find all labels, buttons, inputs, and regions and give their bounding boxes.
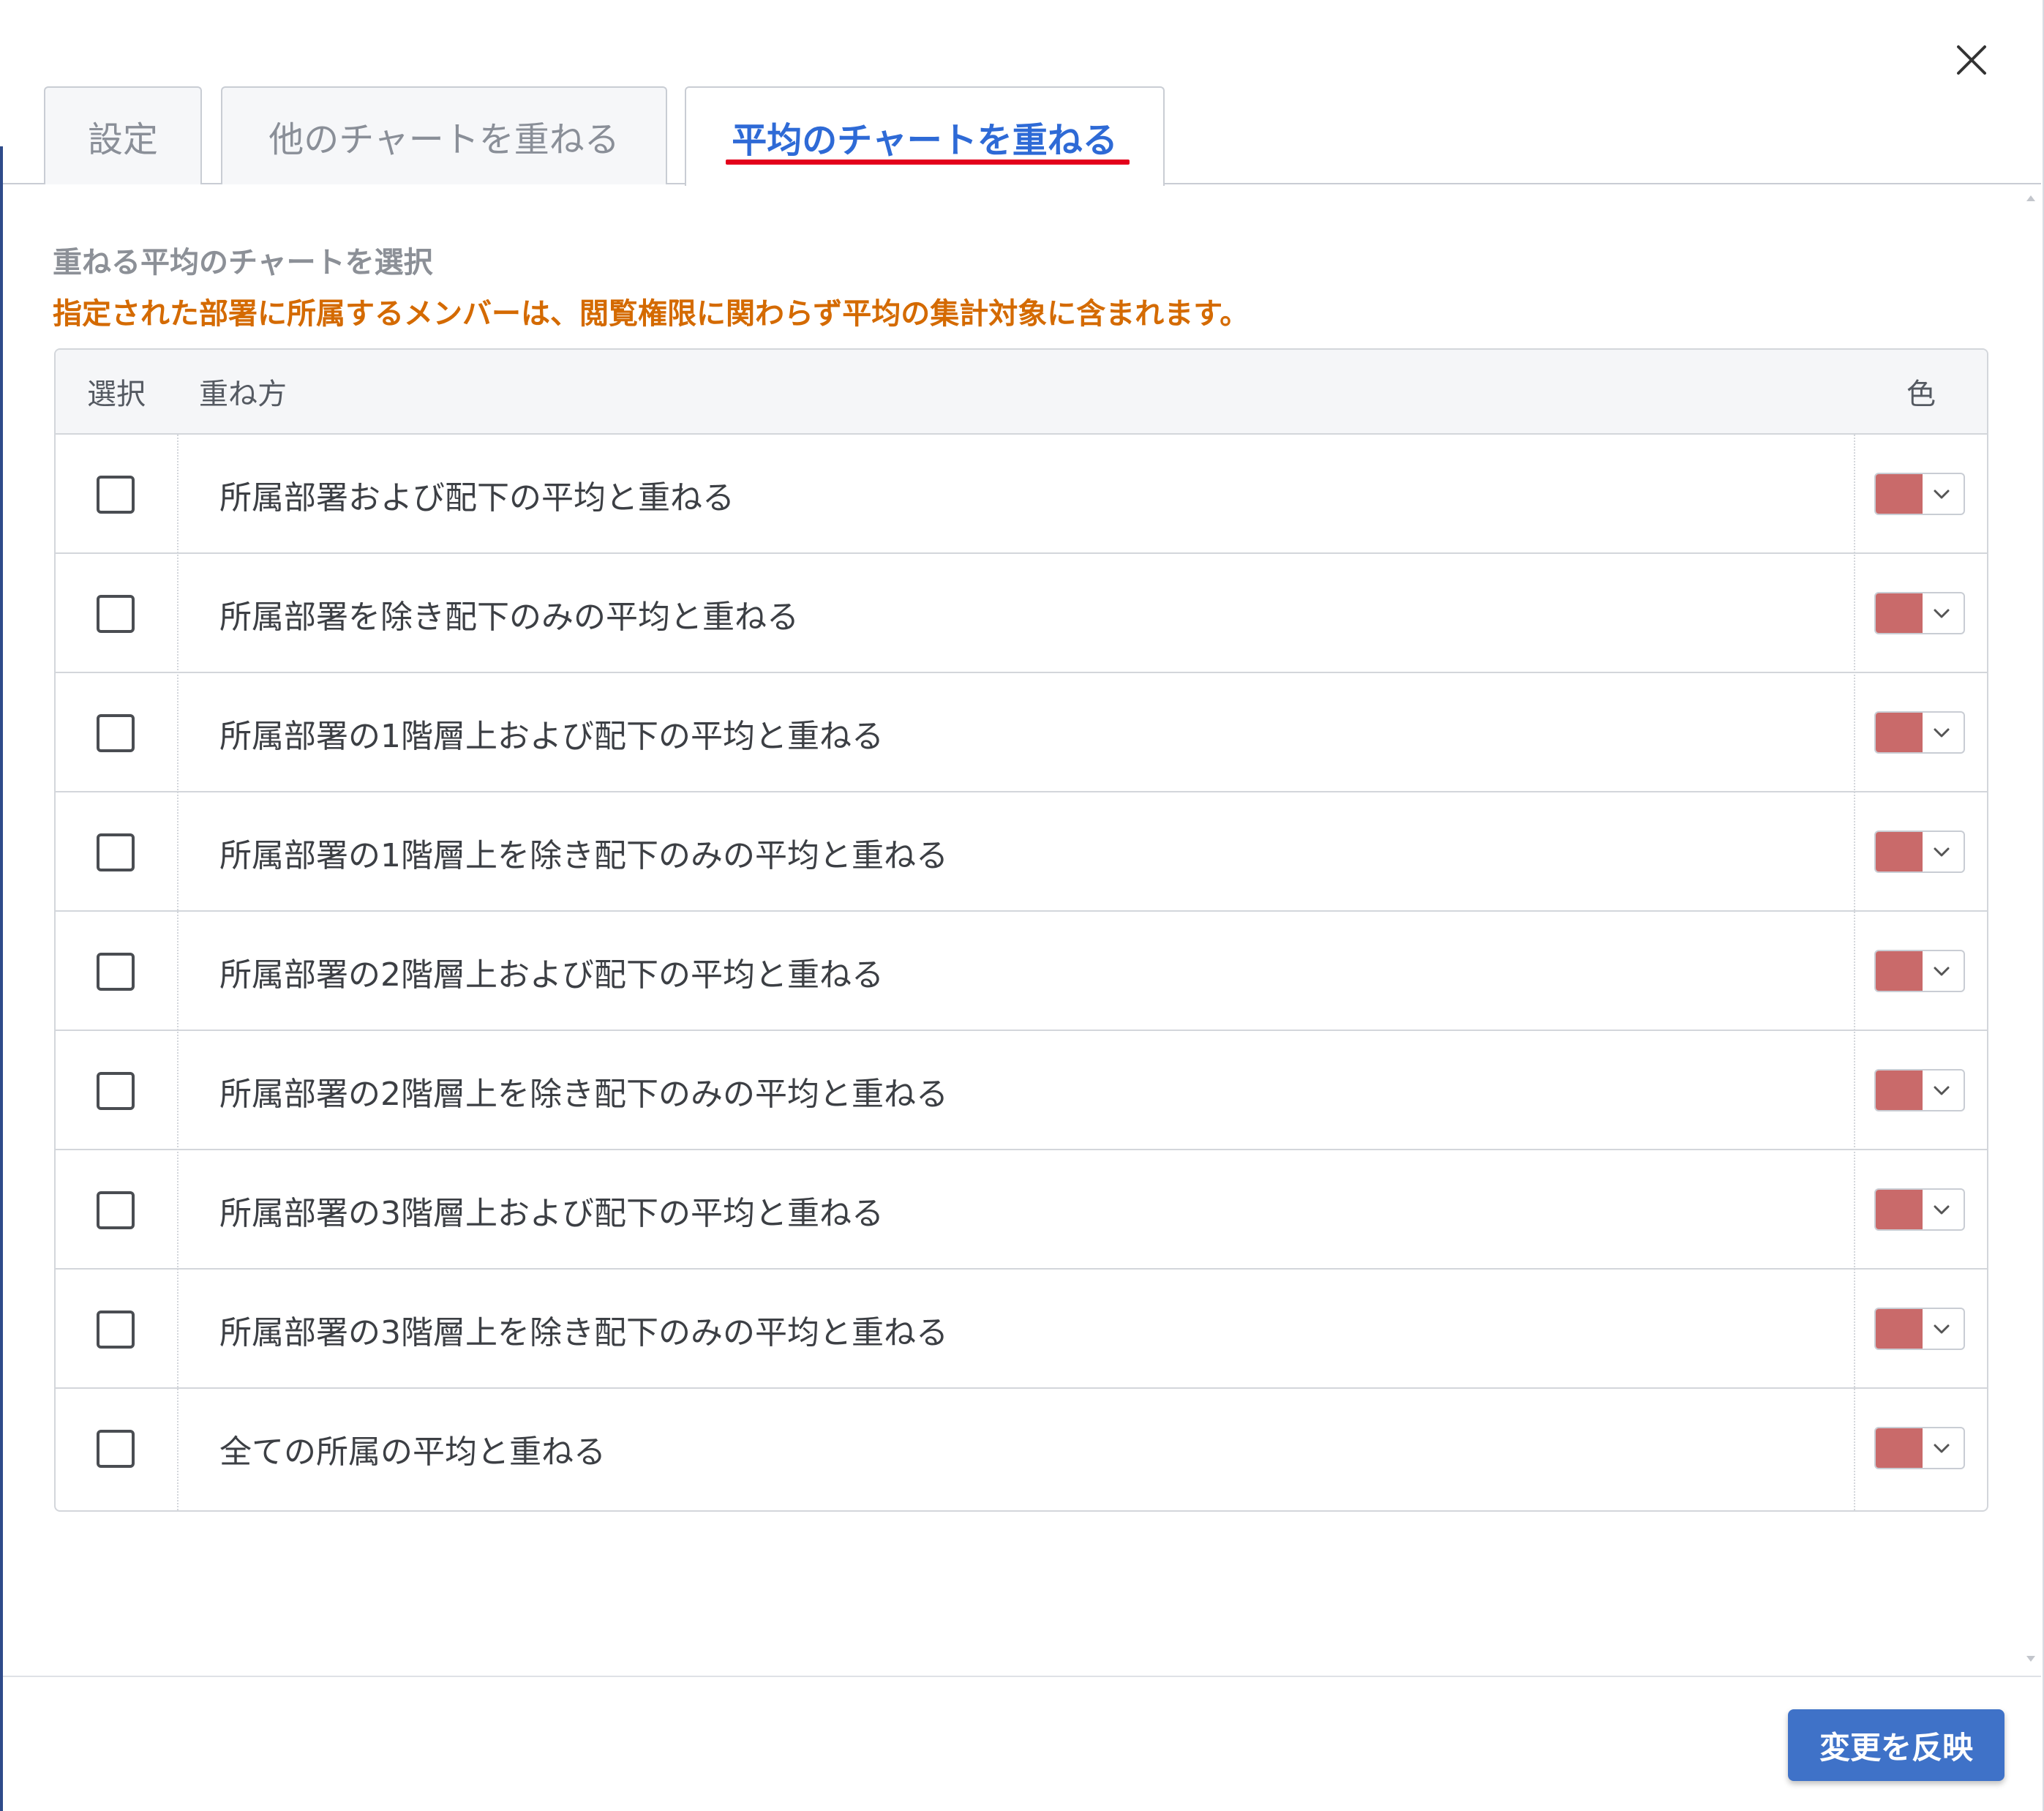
table-row: 所属部署の3階層上を除き配下のみの平均と重ねる <box>56 1270 1987 1389</box>
tab-overlay-average-chart[interactable]: 平均のチャートを重ねる <box>685 86 1165 186</box>
chevron-down-icon <box>1934 1444 1950 1453</box>
color-swatch <box>1876 1190 1923 1229</box>
column-header-color: 色 <box>1906 378 1936 411</box>
notice-text: 指定された部署に所属するメンバーは、閲覧権限に関わらず平均の集計対象に含まれます… <box>53 297 1250 331</box>
overlay-method-label: 所属部署を除き配下のみの平均と重ねる <box>219 598 799 636</box>
chevron-down-icon <box>1934 490 1950 499</box>
chevron-down-icon <box>1934 728 1950 738</box>
color-swatch <box>1876 1071 1923 1110</box>
chevron-down-icon <box>1934 609 1950 618</box>
chevron-down-icon <box>1934 847 1950 857</box>
tab-overlay-other-chart[interactable]: 他のチャートを重ねる <box>221 86 667 184</box>
color-swatch <box>1876 713 1923 752</box>
close-button[interactable] <box>1953 41 1991 79</box>
table-row: 所属部署および配下の平均と重ねる <box>56 435 1987 554</box>
row-checkbox[interactable] <box>97 1430 135 1468</box>
table-row: 所属部署の2階層上および配下の平均と重ねる <box>56 912 1987 1031</box>
scroll-down-arrow-icon[interactable] <box>2025 1654 2037 1664</box>
color-picker-dropdown[interactable] <box>1874 1188 1965 1231</box>
tab-settings[interactable]: 設定 <box>44 86 202 184</box>
table-row: 所属部署を除き配下のみの平均と重ねる <box>56 554 1987 673</box>
color-swatch <box>1876 1309 1923 1349</box>
overlay-method-label: 所属部署の3階層上および配下の平均と重ねる <box>219 1194 884 1232</box>
table-row: 所属部署の1階層上および配下の平均と重ねる <box>56 673 1987 792</box>
column-header-method: 重ね方 <box>199 378 287 411</box>
row-checkbox[interactable] <box>97 1072 135 1110</box>
row-checkbox[interactable] <box>97 476 135 514</box>
overlay-method-label: 所属部署の3階層上を除き配下のみの平均と重ねる <box>219 1313 948 1351</box>
color-picker-dropdown[interactable] <box>1874 1069 1965 1111</box>
color-picker-dropdown[interactable] <box>1874 950 1965 992</box>
color-swatch <box>1876 474 1923 514</box>
color-picker-dropdown[interactable] <box>1874 1308 1965 1350</box>
row-checkbox[interactable] <box>97 714 135 752</box>
active-tab-indicator <box>726 160 1130 165</box>
table-row: 全ての所属の平均と重ねる <box>56 1389 1987 1508</box>
chevron-down-icon <box>1934 967 1950 976</box>
table-row: 所属部署の3階層上および配下の平均と重ねる <box>56 1150 1987 1270</box>
overlay-method-label: 所属部署の2階層上および配下の平均と重ねる <box>219 956 884 994</box>
overlay-method-label: 所属部署の2階層上を除き配下のみの平均と重ねる <box>219 1075 948 1113</box>
scroll-up-arrow-icon[interactable] <box>2025 193 2037 203</box>
chevron-down-icon <box>1934 1324 1950 1334</box>
apply-changes-button[interactable]: 変更を反映 <box>1788 1709 2004 1781</box>
row-checkbox[interactable] <box>97 1311 135 1349</box>
chevron-down-icon <box>1934 1086 1950 1095</box>
color-swatch <box>1876 593 1923 633</box>
row-checkbox[interactable] <box>97 595 135 633</box>
color-swatch <box>1876 951 1923 991</box>
average-chart-table: 選択 重ね方 色 所属部署および配下の平均と重ねる所属部署を除き配下のみの平均と… <box>54 348 1988 1512</box>
color-picker-dropdown[interactable] <box>1874 711 1965 754</box>
overlay-method-label: 全ての所属の平均と重ねる <box>219 1433 606 1471</box>
column-header-select: 選択 <box>87 378 146 411</box>
overlay-method-label: 所属部署の1階層上および配下の平均と重ねる <box>219 717 884 755</box>
table-header: 選択 重ね方 色 <box>56 350 1987 435</box>
overlay-chart-dialog: 設定 他のチャートを重ねる 平均のチャートを重ねる 重ねる平均のチャートを選択 … <box>3 0 2041 1811</box>
color-picker-dropdown[interactable] <box>1874 830 1965 873</box>
table-row: 所属部署の1階層上を除き配下のみの平均と重ねる <box>56 792 1987 912</box>
table-row: 所属部署の2階層上を除き配下のみの平均と重ねる <box>56 1031 1987 1150</box>
color-picker-dropdown[interactable] <box>1874 1427 1965 1469</box>
color-picker-dropdown[interactable] <box>1874 592 1965 634</box>
color-swatch <box>1876 832 1923 871</box>
footer-divider <box>3 1676 2041 1677</box>
overlay-method-label: 所属部署および配下の平均と重ねる <box>219 479 734 517</box>
overlay-method-label: 所属部署の1階層上を除き配下のみの平均と重ねる <box>219 836 948 874</box>
section-label: 重ねる平均のチャートを選択 <box>53 246 433 280</box>
row-checkbox[interactable] <box>97 1191 135 1229</box>
close-icon <box>1957 45 1986 75</box>
row-checkbox[interactable] <box>97 953 135 991</box>
chevron-down-icon <box>1934 1205 1950 1215</box>
row-checkbox[interactable] <box>97 833 135 871</box>
color-swatch <box>1876 1428 1923 1468</box>
color-picker-dropdown[interactable] <box>1874 473 1965 515</box>
